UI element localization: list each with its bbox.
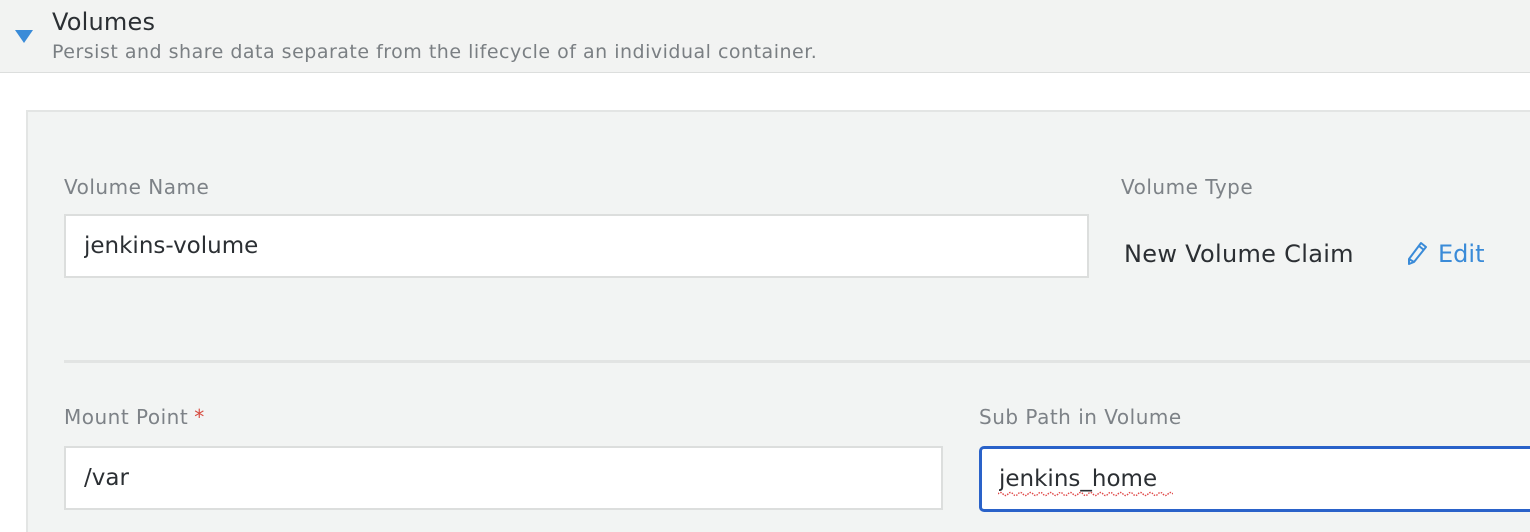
sub-path-label: Sub Path in Volume — [979, 405, 1182, 429]
volumes-section-header[interactable]: Volumes Persist and share data separate … — [0, 0, 1530, 73]
volume-name-input[interactable] — [64, 214, 1089, 278]
section-divider — [64, 360, 1530, 363]
mount-point-input[interactable] — [64, 446, 943, 510]
sub-path-input[interactable] — [979, 446, 1530, 512]
triangle-down-icon[interactable] — [14, 28, 34, 44]
volumes-page: Volumes Persist and share data separate … — [0, 0, 1530, 532]
required-marker: * — [194, 405, 205, 429]
edit-volume-type-button[interactable]: Edit — [1406, 240, 1484, 268]
volume-name-label: Volume Name — [64, 175, 210, 199]
volume-card: Volume Name Volume Type New Volume Claim… — [26, 110, 1530, 532]
volume-type-value: New Volume Claim — [1124, 240, 1354, 268]
edit-label: Edit — [1438, 240, 1485, 268]
section-title: Volumes — [52, 8, 156, 36]
spellcheck-underline — [998, 491, 1173, 497]
section-description: Persist and share data separate from the… — [52, 41, 818, 63]
mount-point-label: Mount Point * — [64, 405, 205, 429]
pencil-icon — [1408, 242, 1427, 265]
volume-type-label: Volume Type — [1121, 175, 1254, 199]
mount-point-label-text: Mount Point — [64, 405, 189, 429]
